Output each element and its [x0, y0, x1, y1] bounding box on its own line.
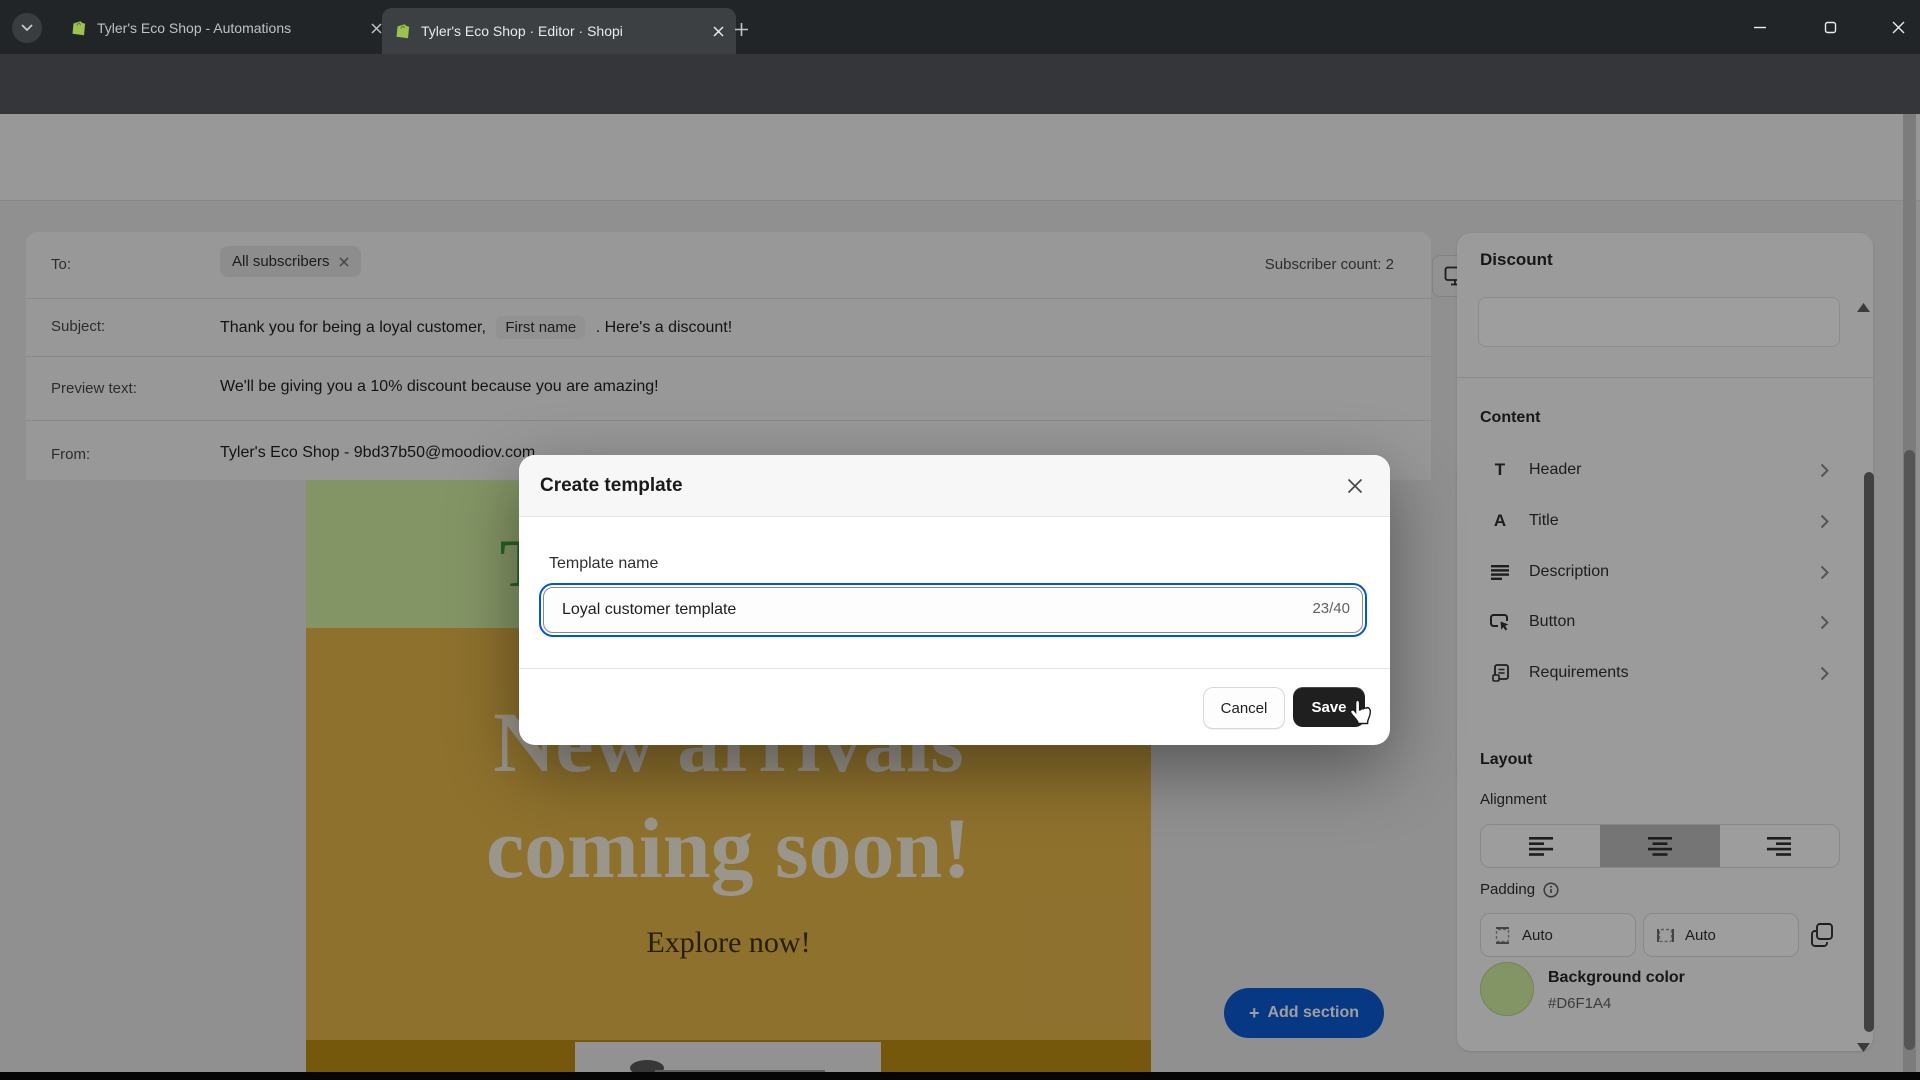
- tab-search-button[interactable]: [12, 13, 42, 43]
- modal-footer: Cancel Save: [519, 668, 1390, 746]
- modal-close-button[interactable]: [1344, 475, 1366, 497]
- create-template-modal: Create template Template name 23/40 Canc…: [519, 455, 1390, 745]
- minimize-icon: [1753, 20, 1767, 34]
- tab-title: Tyler's Eco Shop · Editor · Shopi: [421, 23, 703, 39]
- close-icon: [1892, 21, 1905, 34]
- tab-automations[interactable]: Tyler's Eco Shop - Automations: [58, 8, 394, 48]
- tab-title: Tyler's Eco Shop - Automations: [97, 20, 361, 36]
- browser-tab-strip: Tyler's Eco Shop - Automations Tyler's E…: [0, 0, 1920, 54]
- window-maximize-button[interactable]: [1813, 12, 1847, 42]
- close-icon: [1347, 478, 1363, 494]
- plus-icon: [734, 22, 749, 37]
- window-close-button[interactable]: [1881, 12, 1915, 42]
- template-name-input[interactable]: [543, 587, 1363, 633]
- modal-title: Create template: [540, 475, 683, 497]
- tab-close-icon[interactable]: [371, 23, 382, 34]
- tab-editor[interactable]: Tyler's Eco Shop · Editor · Shopi: [382, 8, 736, 54]
- cancel-button[interactable]: Cancel: [1203, 687, 1285, 729]
- browser-toolbar: admin.shopify.com/store/jy63jq-dc/apps/s…: [0, 54, 1920, 114]
- chevron-down-icon: [21, 24, 33, 32]
- new-tab-button[interactable]: [728, 16, 754, 42]
- char-counter: 23/40: [1312, 600, 1350, 617]
- modal-header: Create template: [519, 455, 1390, 517]
- cancel-label: Cancel: [1221, 700, 1268, 717]
- screen: Tyler's Eco Shop - Automations Tyler's E…: [0, 0, 1920, 1080]
- save-label: Save: [1311, 699, 1346, 716]
- shopify-bag-icon: [394, 22, 411, 40]
- mouse-cursor: [1348, 698, 1374, 728]
- window-minimize-button[interactable]: [1743, 12, 1777, 42]
- template-name-label: Template name: [549, 555, 658, 573]
- maximize-icon: [1824, 21, 1837, 34]
- shopify-bag-icon: [70, 19, 87, 37]
- tab-close-icon[interactable]: [713, 26, 724, 37]
